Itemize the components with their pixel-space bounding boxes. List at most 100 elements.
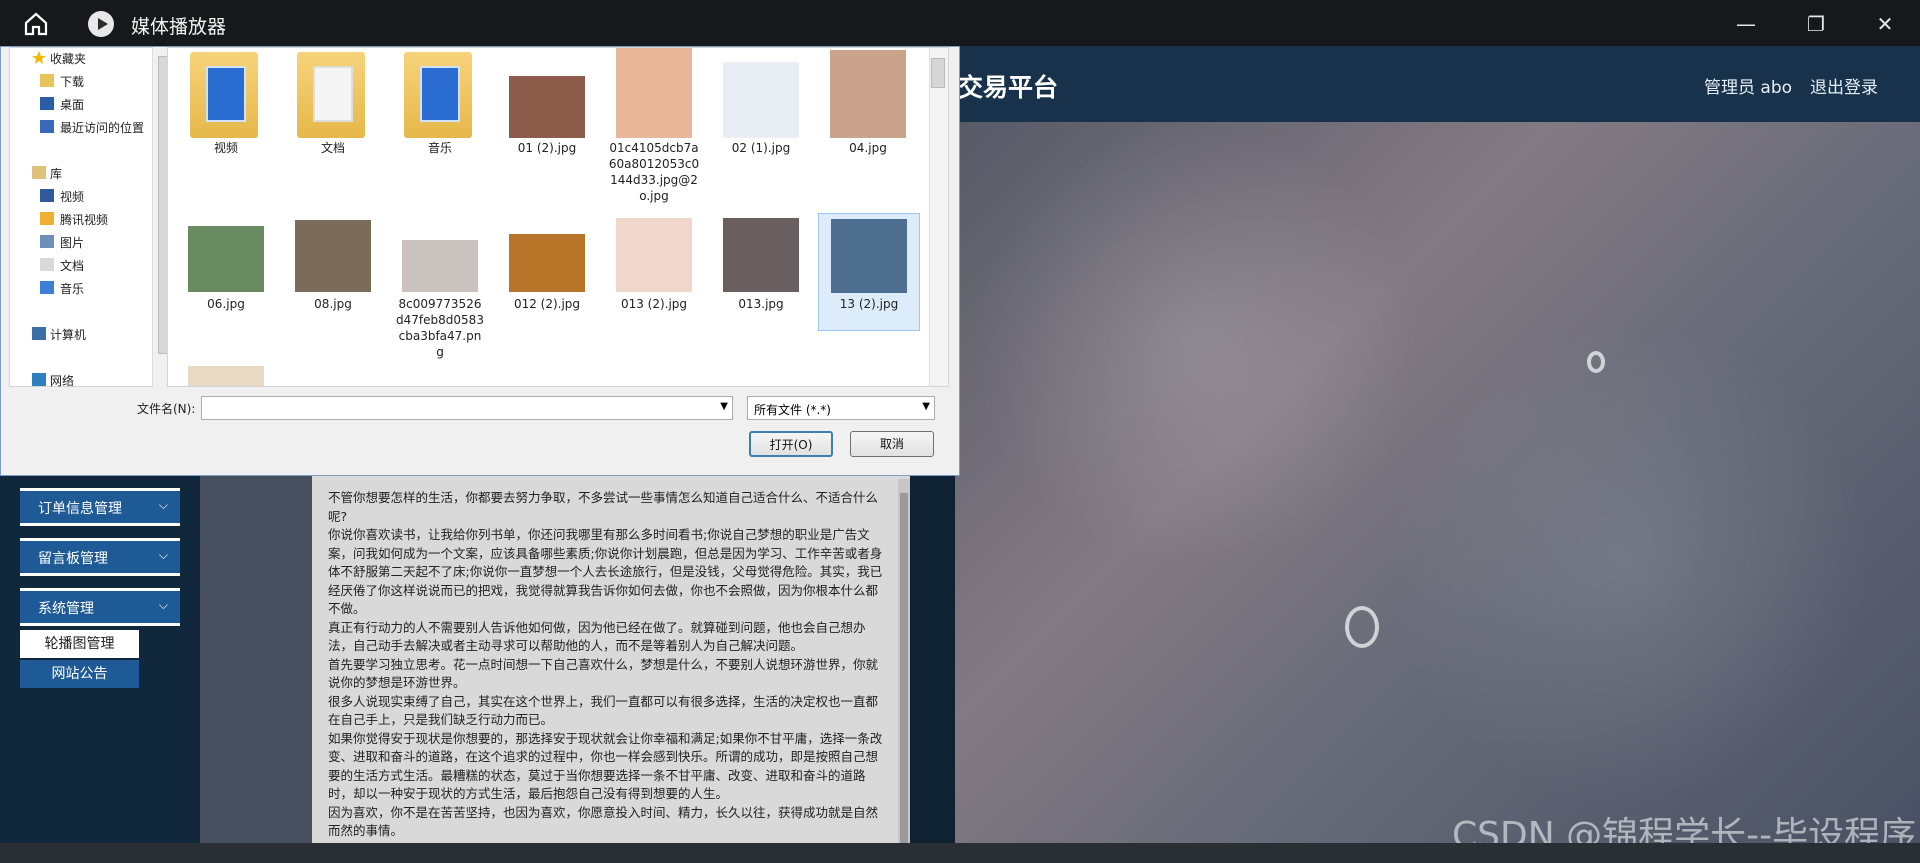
- tree-item-videos[interactable]: 视频: [10, 186, 152, 206]
- window-title: 媒体播放器: [131, 16, 227, 38]
- file-label: 01 (2).jpg: [517, 141, 577, 155]
- paragraph: 因为喜欢，你不是在苦苦坚持，也因为喜欢，你愿意投入时间、精力，长久以往，获得成功…: [328, 804, 879, 839]
- file-label: 8c009773526d47feb8d0583cba3bfa47.png: [396, 297, 484, 359]
- file-item[interactable]: 01 (2).jpg: [497, 48, 597, 158]
- tree-item-library[interactable]: 库: [10, 163, 152, 183]
- cancel-button[interactable]: 取消: [850, 431, 934, 457]
- library-icon: [32, 166, 46, 179]
- file-label: 04.jpg: [849, 141, 887, 155]
- content-scrollbar[interactable]: [898, 479, 910, 863]
- close-icon[interactable]: ✕: [1873, 12, 1897, 36]
- paragraph: 你说你喜欢读书，让我给你列书单，你还问我哪里有那么多时间看书;你说自己梦想的职业…: [328, 527, 883, 616]
- paragraph: 首先要学习独立思考。花一点时间想一下自己喜欢什么，梦想是什么，不要别人说想环游世…: [328, 656, 879, 691]
- image-thumbnail: [295, 220, 371, 292]
- folder-content-icon: [206, 66, 246, 122]
- file-item[interactable]: 02 (1).jpg: [711, 48, 811, 158]
- file-item[interactable]: 04.jpg: [818, 48, 918, 158]
- file-item[interactable]: 文档: [283, 48, 383, 158]
- folder-icon: [297, 52, 365, 138]
- file-item[interactable]: 06.jpg: [176, 218, 276, 328]
- folder-content-icon: [420, 66, 460, 122]
- chevron-down-icon[interactable]: ▼: [922, 401, 930, 412]
- play-icon: [88, 11, 114, 37]
- file-label: 01c4105dcb7a60a8012053c0144d33.jpg@2o.jp…: [608, 141, 700, 203]
- file-label: 音乐: [427, 141, 452, 155]
- left-panel: [200, 465, 312, 863]
- pictures-library-icon: [40, 235, 54, 248]
- file-item[interactable]: 012 (2).jpg: [497, 218, 597, 328]
- download-folder-icon: [40, 74, 54, 87]
- file-item[interactable]: 013 (2).jpg: [604, 218, 704, 328]
- chevron-down-icon: ⌵: [158, 548, 168, 562]
- image-thumbnail: [188, 226, 264, 292]
- file-item-selected[interactable]: 13 (2).jpg: [818, 213, 920, 331]
- tree-item-music[interactable]: 音乐: [10, 278, 152, 298]
- chevron-down-icon[interactable]: ▼: [720, 401, 728, 412]
- maximize-icon[interactable]: ❐: [1804, 12, 1828, 36]
- submenu-carousel[interactable]: 轮播图管理: [20, 630, 139, 658]
- file-item[interactable]: 01c4105dcb7a60a8012053c0144d33.jpg@2o.jp…: [604, 48, 704, 208]
- file-label: 08.jpg: [314, 297, 352, 311]
- tree-item-documents[interactable]: 文档: [10, 255, 152, 275]
- admin-user[interactable]: 管理员 abo: [1704, 73, 1792, 98]
- file-label: 013 (2).jpg: [620, 297, 688, 311]
- file-item[interactable]: 08.jpg: [283, 218, 383, 328]
- minimize-icon[interactable]: —: [1734, 12, 1758, 36]
- network-icon: [32, 373, 46, 386]
- tree-item-pictures[interactable]: 图片: [10, 232, 152, 252]
- file-item[interactable]: 8c009773526d47feb8d0583cba3bfa47.png: [390, 218, 490, 359]
- files-scrollbar[interactable]: [929, 48, 948, 386]
- image-thumbnail: [509, 76, 585, 138]
- file-item[interactable]: [176, 366, 276, 386]
- folder-icon: [40, 212, 54, 225]
- tree-item-tencent-video[interactable]: 腾讯视频: [10, 209, 152, 229]
- folder-icon: [190, 52, 258, 138]
- file-label: 012 (2).jpg: [513, 297, 581, 311]
- file-item[interactable]: 视频: [176, 48, 276, 158]
- scrollbar-thumb[interactable]: [931, 58, 945, 88]
- scrollbar-thumb[interactable]: [900, 493, 908, 863]
- tree-label: 收藏夹: [50, 52, 87, 66]
- image-thumbnail: [188, 366, 264, 386]
- file-label: 文档: [320, 141, 345, 155]
- image-thumbnail: [402, 240, 478, 292]
- computer-icon: [32, 327, 46, 340]
- home-icon[interactable]: [22, 10, 50, 38]
- folder-content-icon: [313, 66, 353, 122]
- file-item[interactable]: 013.jpg: [711, 218, 811, 328]
- file-label: 13 (2).jpg: [839, 297, 899, 311]
- tree-label: 桌面: [60, 98, 85, 112]
- window-titlebar: 媒体播放器 — ❐ ✕: [0, 0, 1920, 46]
- submenu-announcement[interactable]: 网站公告: [20, 660, 139, 688]
- menu-system-management[interactable]: 系统管理 ⌵: [20, 588, 180, 626]
- filename-input[interactable]: ▼: [201, 396, 733, 420]
- image-thumbnail: [616, 48, 692, 138]
- tree-item-desktop[interactable]: 桌面: [10, 94, 152, 114]
- tree-label: 腾讯视频: [60, 213, 109, 227]
- paragraph: 不管你想要怎样的生活，你都要去努力争取，不多尝试一些事情怎么知道自己适合什么、不…: [328, 490, 879, 524]
- tree-item-recent[interactable]: 最近访问的位置: [10, 117, 152, 137]
- tree-item-network[interactable]: 网络: [10, 370, 152, 390]
- tree-item-computer[interactable]: 计算机: [10, 324, 152, 344]
- filetype-select[interactable]: 所有文件 (*.*) ▼: [747, 396, 935, 420]
- menu-label: 系统管理: [38, 601, 94, 617]
- menu-message-board[interactable]: 留言板管理 ⌵: [20, 538, 180, 576]
- open-button[interactable]: 打开(O): [749, 431, 833, 457]
- paragraph: 很多人说现实束缚了自己，其实在这个世界上，我们一直都可以有很多选择，生活的决定权…: [328, 693, 879, 728]
- logout-link[interactable]: 退出登录: [1810, 73, 1878, 98]
- article-content: 不管你想要怎样的生活，你都要去努力争取，不多尝试一些事情怎么知道自己适合什么、不…: [312, 475, 910, 863]
- tree-label: 文档: [60, 259, 85, 273]
- tree-item-downloads[interactable]: 下载: [10, 71, 152, 91]
- tree-label: 最近访问的位置: [60, 121, 145, 135]
- file-item[interactable]: 音乐: [390, 48, 490, 158]
- tree-label: 计算机: [50, 328, 87, 342]
- folder-icon: [404, 52, 472, 138]
- bottom-strip: [0, 843, 1920, 863]
- menu-order-management[interactable]: 订单信息管理 ⌵: [20, 488, 180, 526]
- chevron-down-icon: ⌵: [158, 498, 168, 512]
- tree-item-favorites[interactable]: 收藏夹: [10, 48, 152, 68]
- tree-label: 图片: [60, 236, 85, 250]
- filename-label: 文件名(N):: [137, 402, 196, 416]
- documents-library-icon: [40, 258, 54, 271]
- file-open-dialog: 收藏夹 下载 桌面 最近访问的位置 库 视频 腾讯视频 图片 文档 音乐 计算机…: [0, 46, 960, 476]
